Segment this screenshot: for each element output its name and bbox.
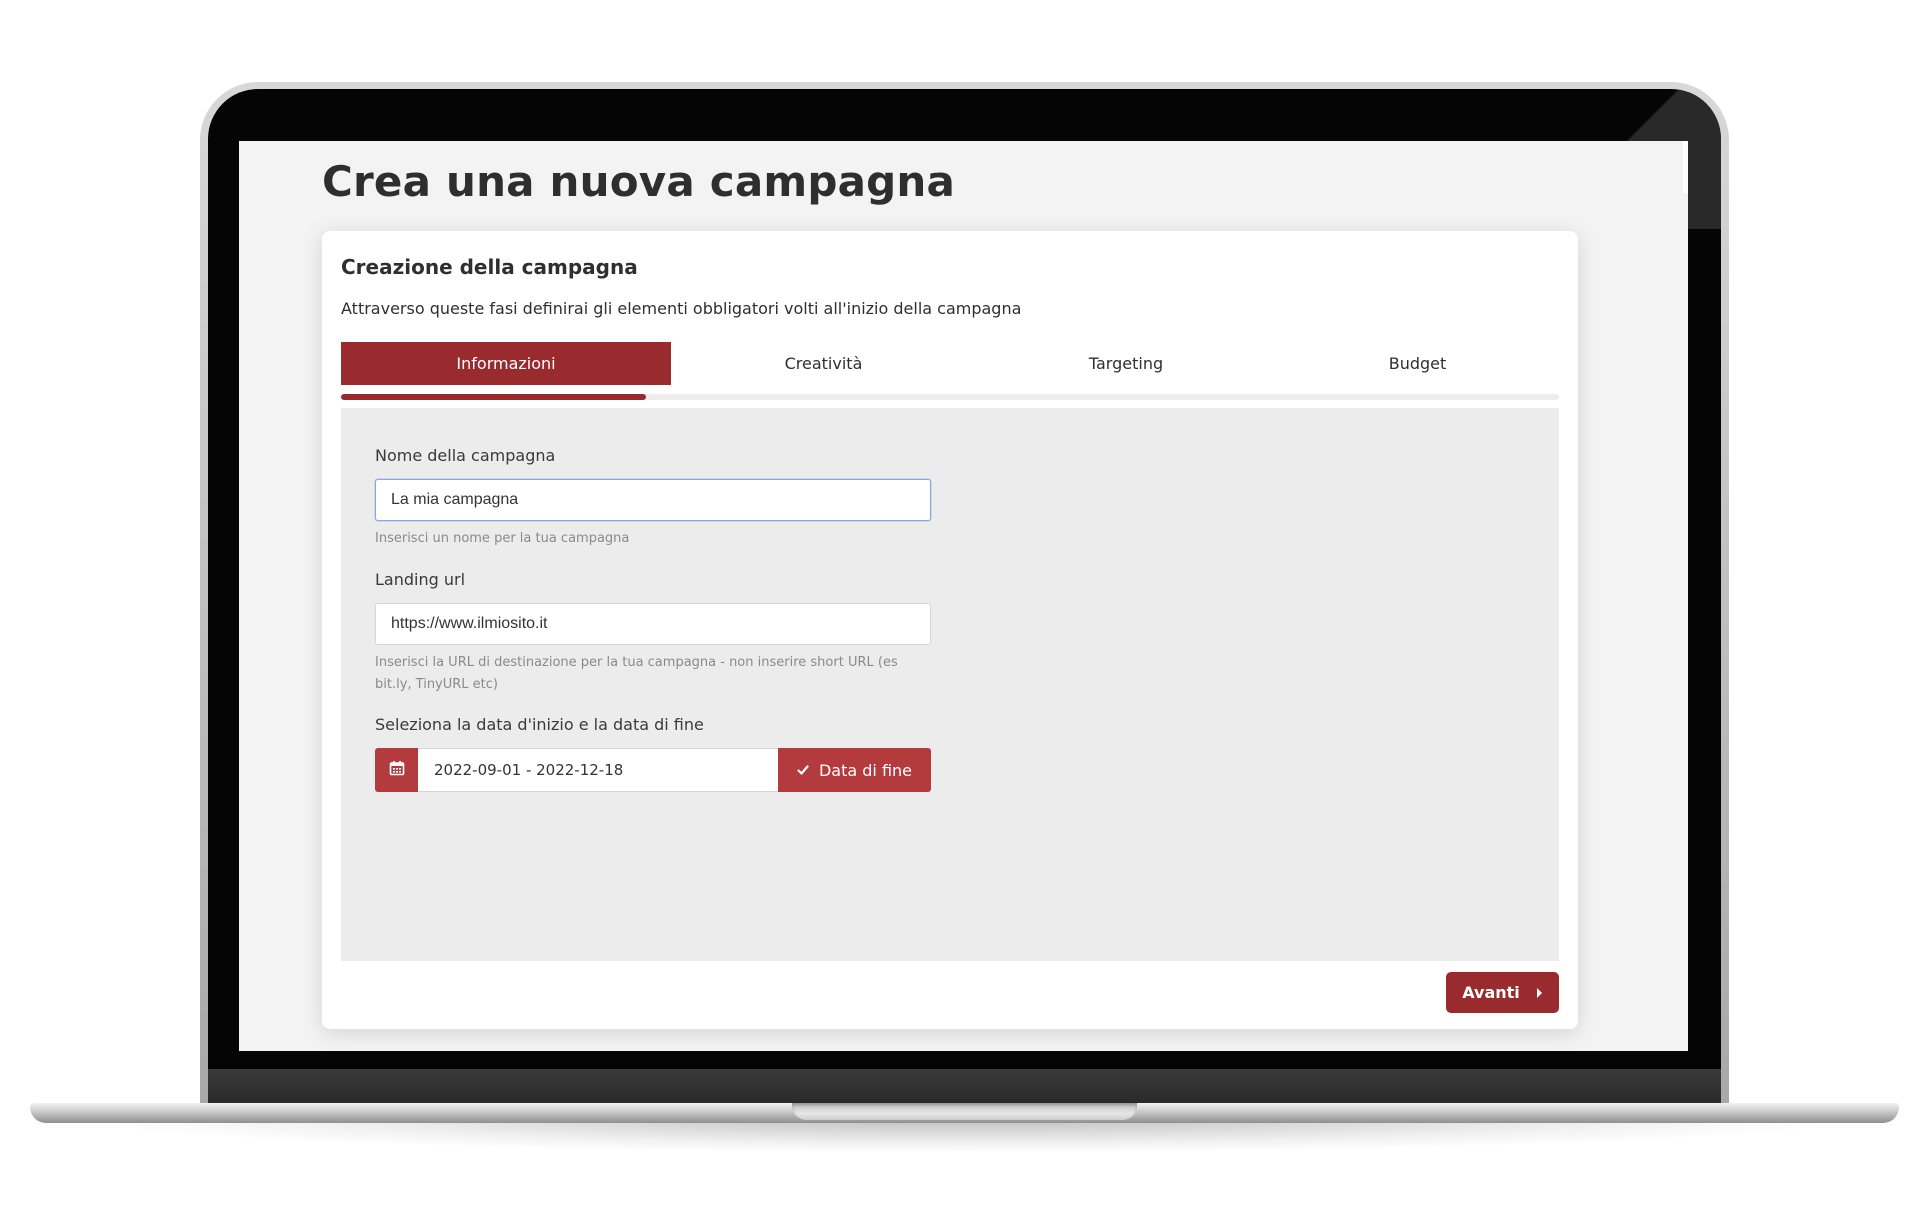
laptop-bezel-bottom — [208, 1069, 1721, 1103]
form-panel: Nome della campagna Inserisci un nome pe… — [341, 408, 1559, 961]
step-progress-fill — [341, 394, 646, 400]
end-date-button[interactable]: Data di fine — [778, 748, 931, 792]
landing-url-label: Landing url — [375, 570, 466, 589]
next-button-label: Avanti — [1462, 983, 1520, 1002]
calendar-icon — [389, 760, 405, 780]
tab-creativita[interactable]: Creatività — [671, 342, 976, 385]
scrollbar[interactable] — [1683, 141, 1688, 193]
campaign-name-help: Inserisci un nome per la tua campagna — [375, 531, 630, 546]
step-tabs: Informazioni Creatività Targeting Budget — [341, 342, 1559, 385]
tab-targeting[interactable]: Targeting — [976, 342, 1276, 385]
check-icon — [797, 761, 809, 780]
card-description: Attraverso queste fasi definirai gli ele… — [341, 299, 1022, 318]
page-title: Crea una nuova campagna — [322, 157, 956, 206]
tab-budget[interactable]: Budget — [1276, 342, 1559, 385]
date-range-input[interactable] — [418, 748, 778, 792]
laptop-notch — [792, 1103, 1137, 1120]
step-progress-track — [341, 394, 1559, 400]
campaign-creation-card: Creazione della campagna Attraverso ques… — [322, 231, 1578, 1029]
tab-informazioni[interactable]: Informazioni — [341, 342, 671, 385]
end-date-button-label: Data di fine — [818, 760, 913, 780]
campaign-name-input[interactable] — [375, 479, 931, 521]
app-screen: Crea una nuova campagna Creazione della … — [239, 141, 1688, 1051]
card-title: Creazione della campagna — [341, 255, 638, 279]
campaign-name-label: Nome della campagna — [375, 446, 556, 465]
landing-url-input[interactable] — [375, 603, 931, 645]
caret-right-icon — [1536, 983, 1543, 1002]
landing-url-help: Inserisci la URL di destinazione per la … — [375, 655, 898, 692]
date-range-label: Seleziona la data d'inizio e la data di … — [375, 715, 704, 734]
date-range-group: Data di fine — [375, 748, 931, 792]
next-button[interactable]: Avanti — [1446, 972, 1559, 1013]
calendar-button[interactable] — [375, 748, 418, 792]
